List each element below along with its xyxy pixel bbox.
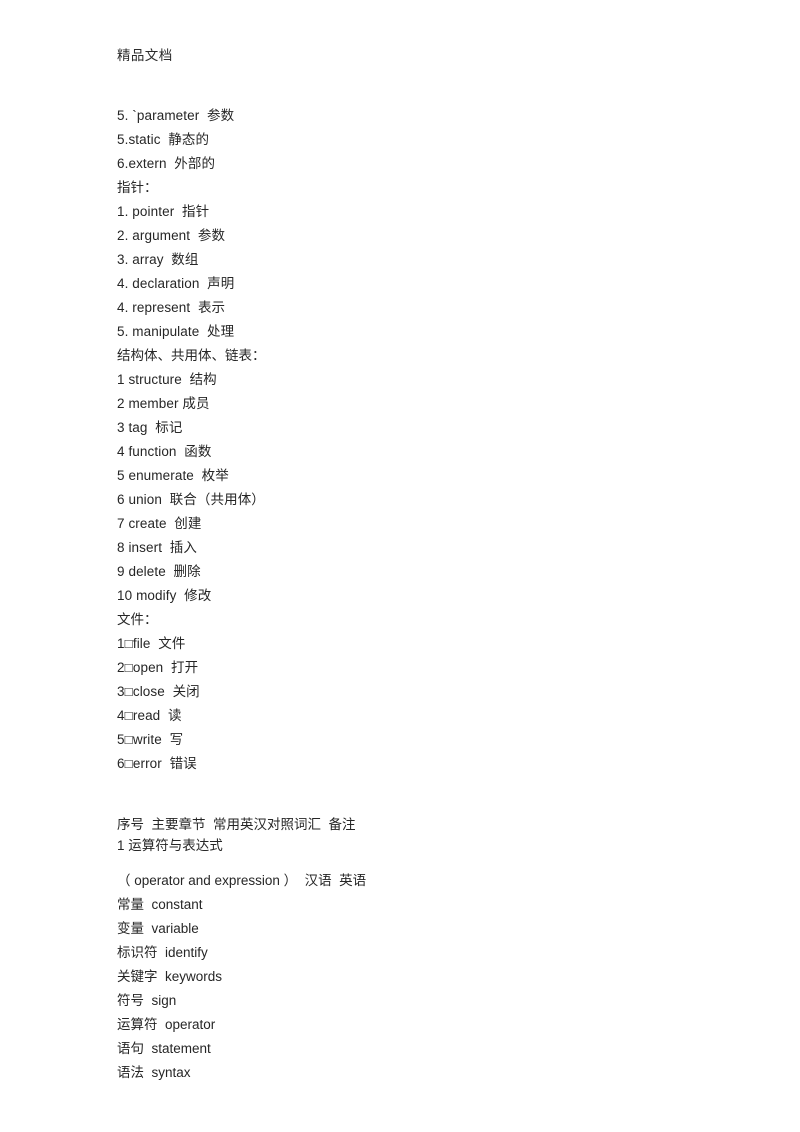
- list-item: 6 union 联合（共用体）: [117, 492, 265, 507]
- list-item: 8 insert 插入: [117, 540, 197, 555]
- section-label-pointers: 指针：: [117, 180, 158, 195]
- list-item: 2. argument 参数: [117, 228, 226, 243]
- list-item: 3 tag 标记: [117, 420, 183, 435]
- table-gap: [117, 856, 677, 869]
- list-item: 4□read 读: [117, 708, 182, 723]
- list-item: 5□write 写: [117, 732, 184, 747]
- vocabulary-item: 变量 variable: [117, 921, 199, 936]
- list-item: 2□open 打开: [117, 660, 199, 675]
- list-item: 1. pointer 指针: [117, 204, 210, 219]
- list-item: 10 modify 修改: [117, 588, 212, 603]
- keywords-tail-list: 5. `parameter 参数 5.static 静态的 6.extern 外…: [117, 104, 677, 176]
- vocabulary-item: 关键字 keywords: [117, 969, 223, 984]
- vocabulary-item: 运算符 operator: [117, 1017, 216, 1032]
- list-item: 6.extern 外部的: [117, 156, 216, 171]
- list-item: 4. declaration 声明: [117, 276, 235, 291]
- pointers-section: 指针： 1. pointer 指针 2. argument 参数 3. arra…: [117, 176, 677, 344]
- list-item: 1 structure 结构: [117, 372, 217, 387]
- vocabulary-table: 序号 主要章节 常用英汉对照词汇 备注 1 运算符与表达式 （ operator…: [117, 814, 677, 1085]
- table-chapter-row: 1 运算符与表达式: [117, 838, 223, 853]
- section-label-structures: 结构体、共用体、链表：: [117, 348, 266, 363]
- vocabulary-item: 语法 syntax: [117, 1065, 191, 1080]
- list-item: 7 create 创建: [117, 516, 202, 531]
- list-item: 9 delete 删除: [117, 564, 201, 579]
- structures-section: 结构体、共用体、链表： 1 structure 结构 2 member 成员 3…: [117, 344, 677, 608]
- list-item: 5. manipulate 处理: [117, 324, 235, 339]
- list-item: 5. `parameter 参数: [117, 108, 235, 123]
- list-item: 3□close 关闭: [117, 684, 200, 699]
- document-page: 精品文档 5. `parameter 参数 5.static 静态的 6.ext…: [0, 0, 800, 1132]
- page-header-watermark: 精品文档: [117, 48, 173, 63]
- vocabulary-item: 符号 sign: [117, 993, 177, 1008]
- table-column-headers: 序号 主要章节 常用英汉对照词汇 备注: [117, 817, 356, 832]
- vocabulary-item: 标识符 identify: [117, 945, 208, 960]
- files-section: 文件： 1□file 文件 2□open 打开 3□close 关闭 4□rea…: [117, 608, 677, 776]
- vocabulary-item: 语句 statement: [117, 1041, 211, 1056]
- list-item: 1□file 文件: [117, 636, 186, 651]
- list-item: 6□error 错误: [117, 756, 197, 771]
- list-item: 4 function 函数: [117, 444, 212, 459]
- list-item: 2 member 成员: [117, 396, 210, 411]
- document-body: 精品文档 5. `parameter 参数 5.static 静态的 6.ext…: [117, 44, 677, 1085]
- list-item: 5 enumerate 枚举: [117, 468, 229, 483]
- header-spacer: [117, 68, 677, 104]
- list-item: 4. represent 表示: [117, 300, 226, 315]
- section-label-files: 文件：: [117, 612, 158, 627]
- list-item: 5.static 静态的: [117, 132, 210, 147]
- vocabulary-item: 常量 constant: [117, 897, 203, 912]
- list-item: 3. array 数组: [117, 252, 199, 267]
- table-subtitle-row: （ operator and expression ） 汉语 英语: [117, 873, 367, 888]
